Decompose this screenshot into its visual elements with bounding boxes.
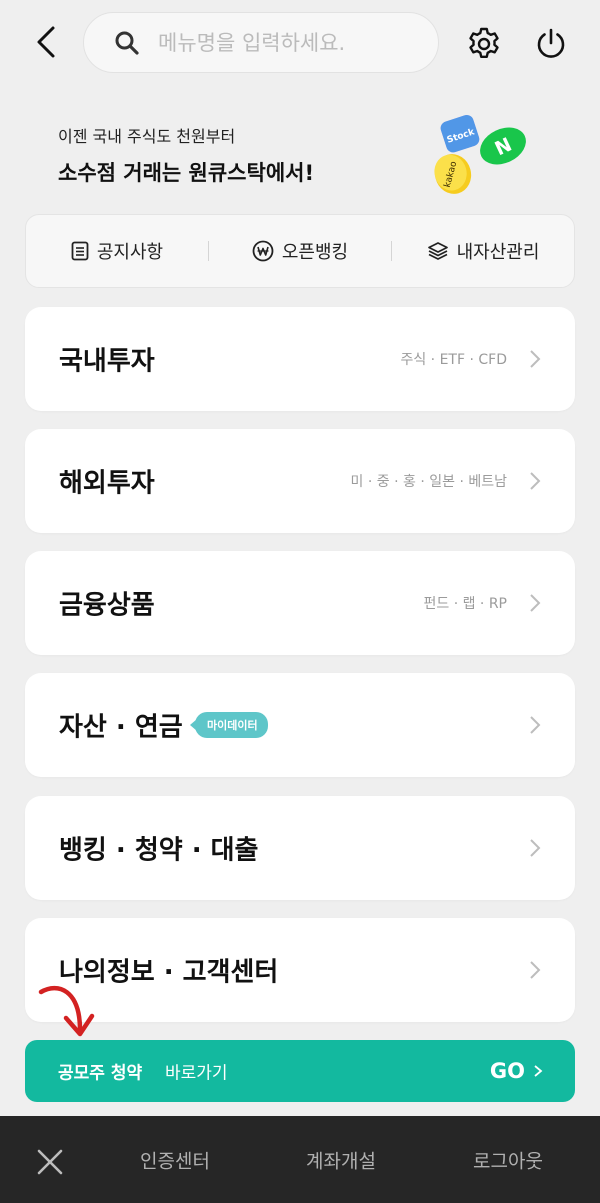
chevron-right-icon: [530, 594, 541, 612]
menu-myinfo-customer-center[interactable]: 나의정보 · 고객센터: [25, 918, 575, 1022]
open-banking-label: 오픈뱅킹: [281, 242, 349, 263]
close-button[interactable]: [30, 1142, 70, 1182]
chevron-right-icon: [530, 839, 541, 857]
menu-title: 해외투자: [59, 468, 155, 499]
ipo-label-bold: 공모주 청약: [58, 1063, 143, 1084]
menu-description: 미 · 중 · 홍 · 일본 · 베트남: [350, 474, 507, 490]
layers-icon: [427, 242, 448, 260]
menu-domestic-investment[interactable]: 국내투자 주식 · ETF · CFD: [25, 307, 575, 411]
top-header: [0, 0, 600, 90]
notice-label: 공지사항: [96, 242, 164, 263]
logout-link[interactable]: 로그아웃: [473, 1146, 543, 1173]
asset-management-link[interactable]: 내자산관리: [392, 231, 574, 271]
chevron-right-icon: [530, 350, 541, 368]
menu-title: 국내투자: [59, 346, 155, 377]
bottom-nav: 인증센터 계좌개설 로그아웃: [0, 1116, 600, 1203]
quick-links-bar: 공지사항 오픈뱅킹 내자산관리: [25, 214, 575, 288]
menu-description: 주식 · ETF · CFD: [400, 352, 507, 368]
logout-power-button[interactable]: [529, 22, 573, 66]
go-label: GO: [489, 1059, 525, 1083]
search-input[interactable]: [158, 30, 408, 55]
chevron-right-icon: [534, 1065, 543, 1077]
document-list-icon: [71, 241, 89, 261]
search-icon: [114, 29, 142, 57]
chevron-right-icon: [530, 961, 541, 979]
promo-title: 소수점 거래는 원큐스탁에서!: [58, 161, 315, 185]
menu-title: 금융상품: [59, 590, 155, 621]
power-icon: [537, 28, 565, 58]
promo-subtitle: 이젠 국내 주식도 천원부터: [58, 127, 236, 146]
won-circle-icon: [252, 240, 274, 262]
red-arrow-annotation: [38, 985, 95, 1037]
back-button[interactable]: [26, 22, 66, 62]
chevron-right-icon: [530, 472, 541, 490]
menu-banking-subscription-loan[interactable]: 뱅킹 · 청약 · 대출: [25, 796, 575, 900]
asset-management-label: 내자산관리: [456, 242, 540, 263]
menu-title: 뱅킹 · 청약 · 대출: [59, 835, 259, 866]
open-account-link[interactable]: 계좌개설: [306, 1146, 376, 1173]
menu-financial-products[interactable]: 금융상품 펀드 · 랩 · RP: [25, 551, 575, 655]
close-icon: [37, 1149, 63, 1175]
chevron-right-icon: [530, 716, 541, 734]
menu-title: 자산 · 연금: [59, 712, 183, 743]
ipo-label-shortcut: 바로가기: [165, 1063, 228, 1084]
stock-coins-illustration: Stock N kakao: [434, 115, 526, 194]
settings-button[interactable]: [462, 22, 506, 66]
gear-icon: [469, 27, 499, 58]
notice-link[interactable]: 공지사항: [26, 231, 208, 271]
auth-center-link[interactable]: 인증센터: [140, 1146, 210, 1173]
menu-assets-pension[interactable]: 자산 · 연금 마이데이터: [25, 673, 575, 777]
promo-banner[interactable]: 이젠 국내 주식도 천원부터 소수점 거래는 원큐스탁에서! Stock N k…: [25, 100, 575, 205]
menu-description: 펀드 · 랩 · RP: [423, 596, 507, 612]
search-field[interactable]: [83, 12, 439, 73]
mydata-badge: 마이데이터: [195, 712, 268, 738]
ipo-subscription-shortcut[interactable]: 공모주 청약 바로가기 GO: [25, 1040, 575, 1102]
chevron-left-icon: [37, 26, 55, 58]
menu-overseas-investment[interactable]: 해외투자 미 · 중 · 홍 · 일본 · 베트남: [25, 429, 575, 533]
open-banking-link[interactable]: 오픈뱅킹: [209, 231, 391, 271]
